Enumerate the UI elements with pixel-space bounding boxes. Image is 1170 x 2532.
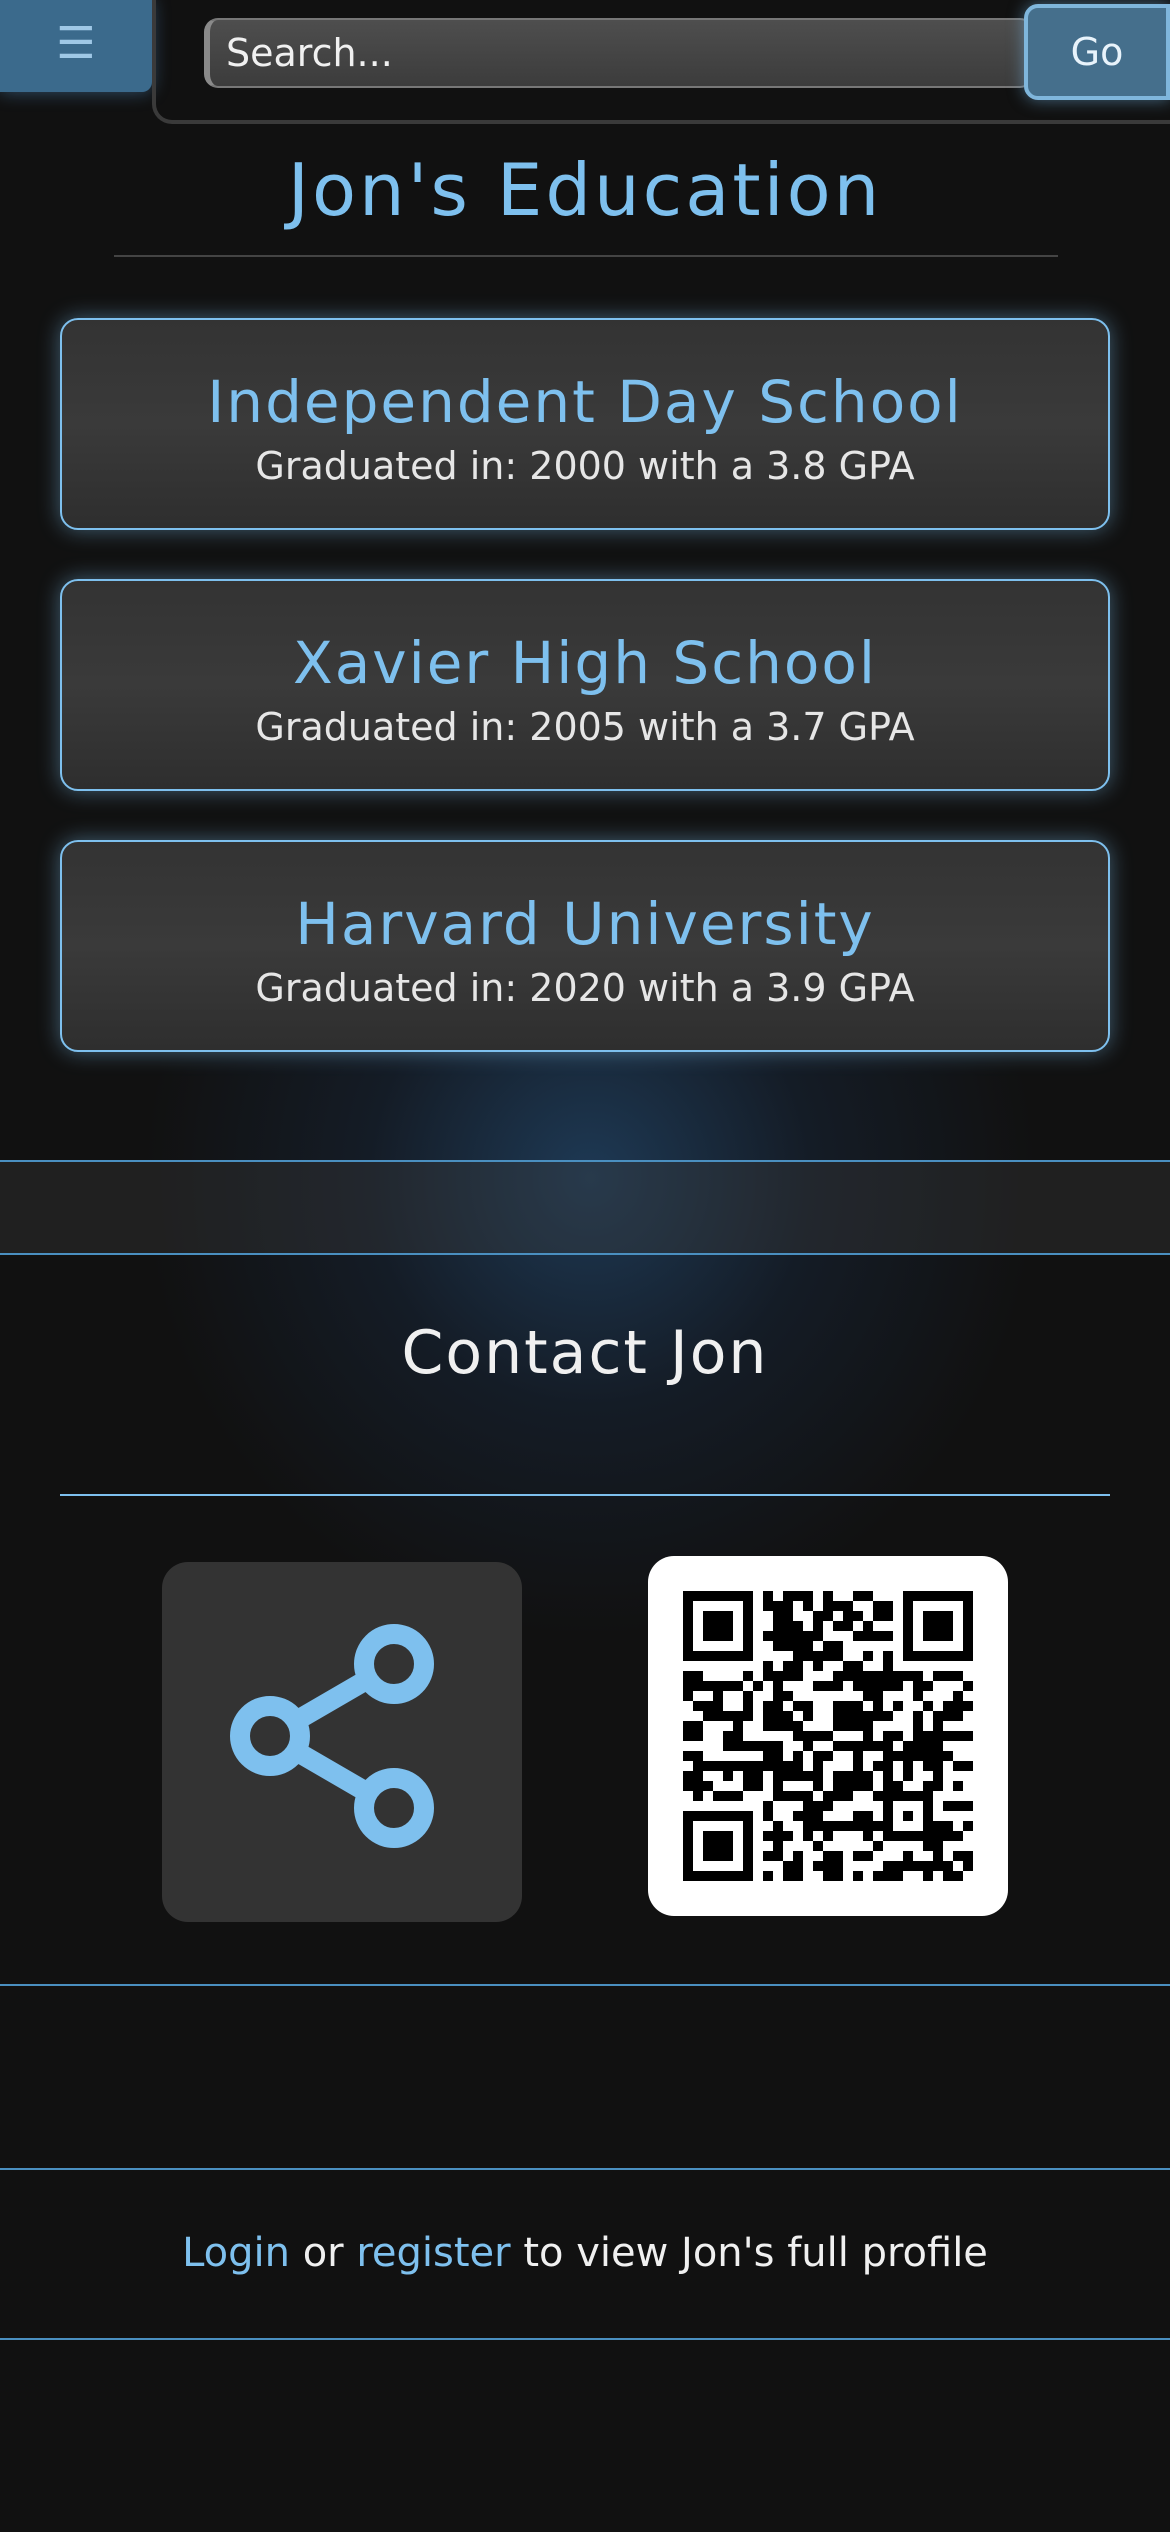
school-name: Independent Day School <box>207 368 963 436</box>
background-glow <box>140 980 1040 1640</box>
education-card[interactable]: Harvard University Graduated in: 2020 wi… <box>60 840 1110 1052</box>
hamburger-menu-icon: ☰ <box>56 18 96 69</box>
top-bar: ☰ Go <box>0 0 1170 130</box>
section-divider <box>0 1984 1170 1986</box>
menu-button[interactable]: ☰ <box>0 0 152 92</box>
search-input[interactable] <box>204 18 1034 88</box>
education-card[interactable]: Xavier High School Graduated in: 2005 wi… <box>60 579 1110 791</box>
page-title: Jon's Education <box>287 148 883 232</box>
graduation-detail: Graduated in: 2020 with a 3.9 GPA <box>255 966 915 1010</box>
login-link[interactable]: Login <box>182 2230 290 2276</box>
register-link[interactable]: register <box>356 2230 510 2276</box>
qr-code[interactable] <box>648 1556 1008 1916</box>
school-name: Harvard University <box>295 890 875 958</box>
qr-code-icon <box>683 1591 973 1881</box>
school-name: Xavier High School <box>293 629 877 697</box>
share-icon <box>230 1624 434 1848</box>
contact-title: Contact Jon <box>401 1318 769 1388</box>
section-divider <box>0 1253 1170 1255</box>
share-button[interactable] <box>162 1562 522 1922</box>
go-button[interactable]: Go <box>1024 4 1170 100</box>
or-text: or <box>289 2230 357 2276</box>
section-divider <box>0 2338 1170 2340</box>
separator-band <box>0 1162 1170 1254</box>
education-card[interactable]: Independent Day School Graduated in: 200… <box>60 318 1110 530</box>
section-divider <box>0 1160 1170 1162</box>
section-divider <box>0 2168 1170 2170</box>
contact-divider <box>60 1494 1110 1496</box>
auth-prompt: Login or register to view Jon's full pro… <box>0 2230 1170 2276</box>
title-divider <box>114 255 1058 257</box>
profile-prompt-text: to view Jon's full profile <box>510 2230 988 2276</box>
graduation-detail: Graduated in: 2005 with a 3.7 GPA <box>255 705 915 749</box>
graduation-detail: Graduated in: 2000 with a 3.8 GPA <box>255 444 915 488</box>
